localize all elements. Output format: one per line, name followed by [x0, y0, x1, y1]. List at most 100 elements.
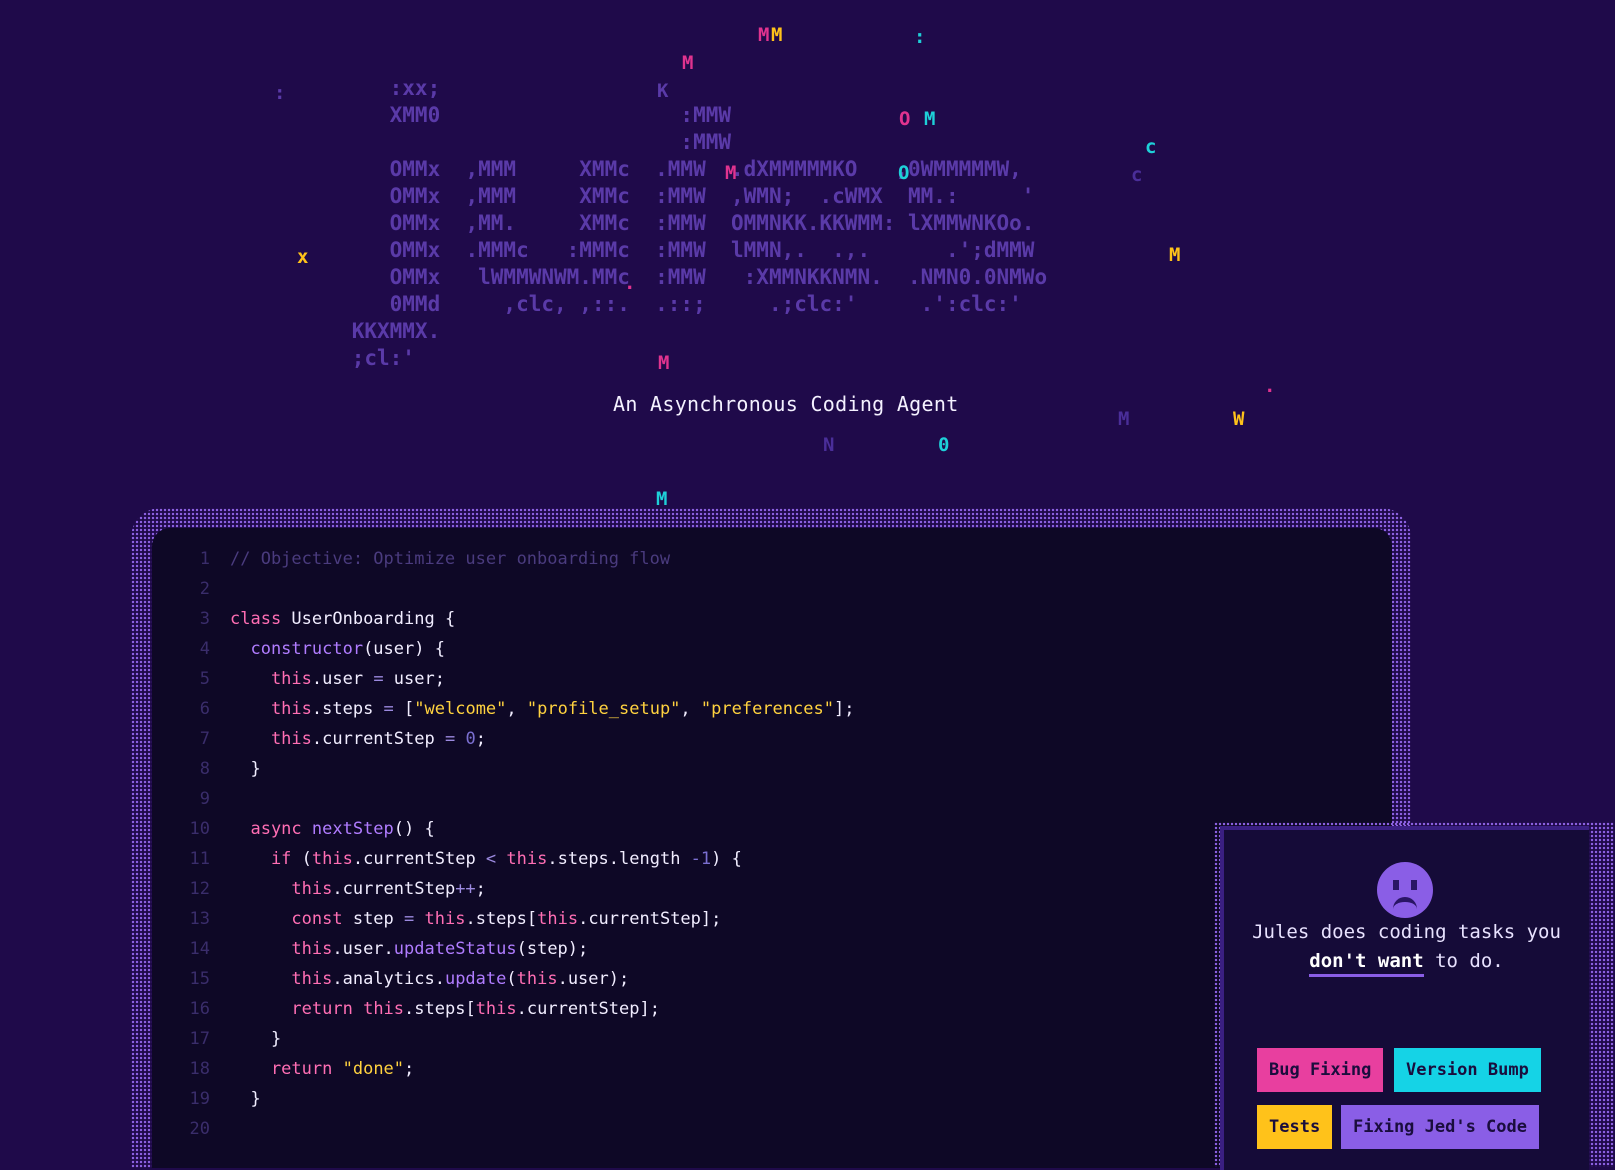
code-token: updateStatus [393, 939, 517, 959]
code-text: if (this.currentStep < this.steps.length… [230, 844, 742, 874]
code-token: "preferences" [700, 699, 834, 719]
code-token: .user); [557, 969, 630, 989]
code-token: ]; [833, 699, 855, 719]
code-token: constructor [230, 639, 364, 659]
code-token: this [506, 849, 548, 869]
code-token: "welcome" [414, 699, 507, 719]
code-token: .currentStep [311, 729, 445, 749]
sad-face-icon [1377, 862, 1433, 918]
sparkle-char: M [924, 108, 936, 130]
line-number: 6 [199, 699, 210, 719]
code-text: constructor(user) { [230, 634, 445, 664]
code-token: if [230, 849, 292, 869]
code-token: = [444, 729, 456, 749]
code-text: this.currentStep = 0; [230, 724, 486, 754]
sparkle-char: M [682, 52, 694, 74]
code-token: "done" [342, 1059, 405, 1079]
code-token: this [475, 999, 517, 1019]
code-token: user; [383, 669, 445, 689]
panel-text-before: Jules does coding tasks you [1252, 921, 1561, 943]
line-number: 10 [189, 819, 210, 839]
tag-fixing-jeds-code[interactable]: Fixing Jed's Code [1341, 1105, 1539, 1149]
sparkle-char: O [898, 162, 910, 184]
tag-bug-fixing[interactable]: Bug Fixing [1257, 1048, 1384, 1092]
code-text: } [230, 754, 260, 784]
code-text: this.user.updateStatus(step); [230, 934, 588, 964]
code-text: this.user = user; [230, 664, 445, 694]
ascii-logo-line: ;cl:' [200, 346, 415, 370]
code-token: = [383, 699, 394, 719]
line-number: 8 [199, 759, 210, 779]
code-token: step [342, 909, 405, 929]
panel-text-after: to do. [1423, 950, 1504, 972]
sad-face-mouth [1393, 897, 1417, 912]
code-token: return [230, 999, 353, 1019]
code-editor: 1 // Objective: Optimize user onboarding … [152, 528, 1392, 1168]
code-token: .user [311, 669, 374, 689]
tag-tests[interactable]: Tests [1257, 1105, 1333, 1149]
code-token: nextStep [301, 819, 394, 839]
line-number: 11 [189, 849, 210, 869]
code-token: this [230, 969, 333, 989]
code-text: this.steps = ["welcome", "profile_setup"… [230, 694, 855, 724]
code-token: .steps[ [465, 909, 538, 929]
code-token: .currentStep [352, 849, 486, 869]
code-token: this [230, 669, 312, 689]
code-token: .analytics. [332, 969, 445, 989]
code-token: .user. [332, 939, 394, 959]
code-token: ; [475, 879, 486, 899]
sparkle-char: K [657, 80, 669, 102]
line-number: 18 [189, 1059, 210, 1079]
ascii-logo-line: 0MMd ,clc, ,::. .::; .;clc:' .':clc:' [200, 292, 1022, 316]
code-text: return this.steps[this.currentStep]; [230, 994, 660, 1024]
sparkle-char: c [1145, 136, 1157, 158]
code-token: this [516, 969, 558, 989]
line-number: 1 [199, 549, 210, 569]
line-number: 4 [199, 639, 210, 659]
code-text: this.analytics.update(this.user); [230, 964, 629, 994]
code-token: // Objective: Optimize user onboarding f… [230, 549, 671, 569]
line-number: 12 [189, 879, 210, 899]
line-number: 14 [189, 939, 210, 959]
code-token: update [444, 969, 507, 989]
code-token: .steps.length [547, 849, 691, 869]
line-number: 3 [199, 609, 210, 629]
sparkle-char: x [297, 246, 309, 268]
ascii-logo-line: OMMx .MMMc :MMMc :MMW lMMN,. .,. .';dMMW [200, 238, 1035, 262]
line-number: 15 [189, 969, 210, 989]
ascii-logo-line: OMMx ,MM. XMMc :MMW OMMNKK.KKWMM: lXMMWN… [200, 211, 1035, 235]
sad-face-eye [1393, 880, 1399, 890]
code-token: , [506, 699, 527, 719]
code-token: this [230, 729, 312, 749]
code-token: this [230, 879, 333, 899]
sparkle-char: M [658, 352, 670, 374]
line-number: 7 [199, 729, 210, 749]
panel-description: Jules does coding tasks you don't want t… [1224, 918, 1589, 977]
line-number: 19 [189, 1089, 210, 1109]
code-token: this [537, 909, 579, 929]
sparkle-char: M [725, 162, 737, 184]
code-token: (user) { [363, 639, 445, 659]
code-token: } [230, 1089, 261, 1109]
code-text: } [230, 1084, 261, 1114]
code-token: } [230, 1029, 282, 1049]
line-number: 17 [189, 1029, 210, 1049]
sparkle-char: M [1169, 244, 1181, 266]
ascii-logo-line: OMMx ,MMM XMMc :MMW ,WMN; .cWMX MM.: ' [200, 184, 1035, 208]
code-token: this [230, 939, 333, 959]
code-token: .currentStep]; [578, 909, 722, 929]
tag-version-bump[interactable]: Version Bump [1394, 1048, 1541, 1092]
code-token: this [311, 849, 353, 869]
code-token: .steps[ [404, 999, 476, 1019]
code-token: ++ [455, 879, 476, 899]
sparkle-char: M [758, 24, 770, 46]
sparkle-char: W [1233, 408, 1245, 430]
code-text: this.currentStep++; [230, 874, 486, 904]
ascii-logo-line: :xx; [200, 76, 656, 100]
code-token: const [230, 909, 343, 929]
